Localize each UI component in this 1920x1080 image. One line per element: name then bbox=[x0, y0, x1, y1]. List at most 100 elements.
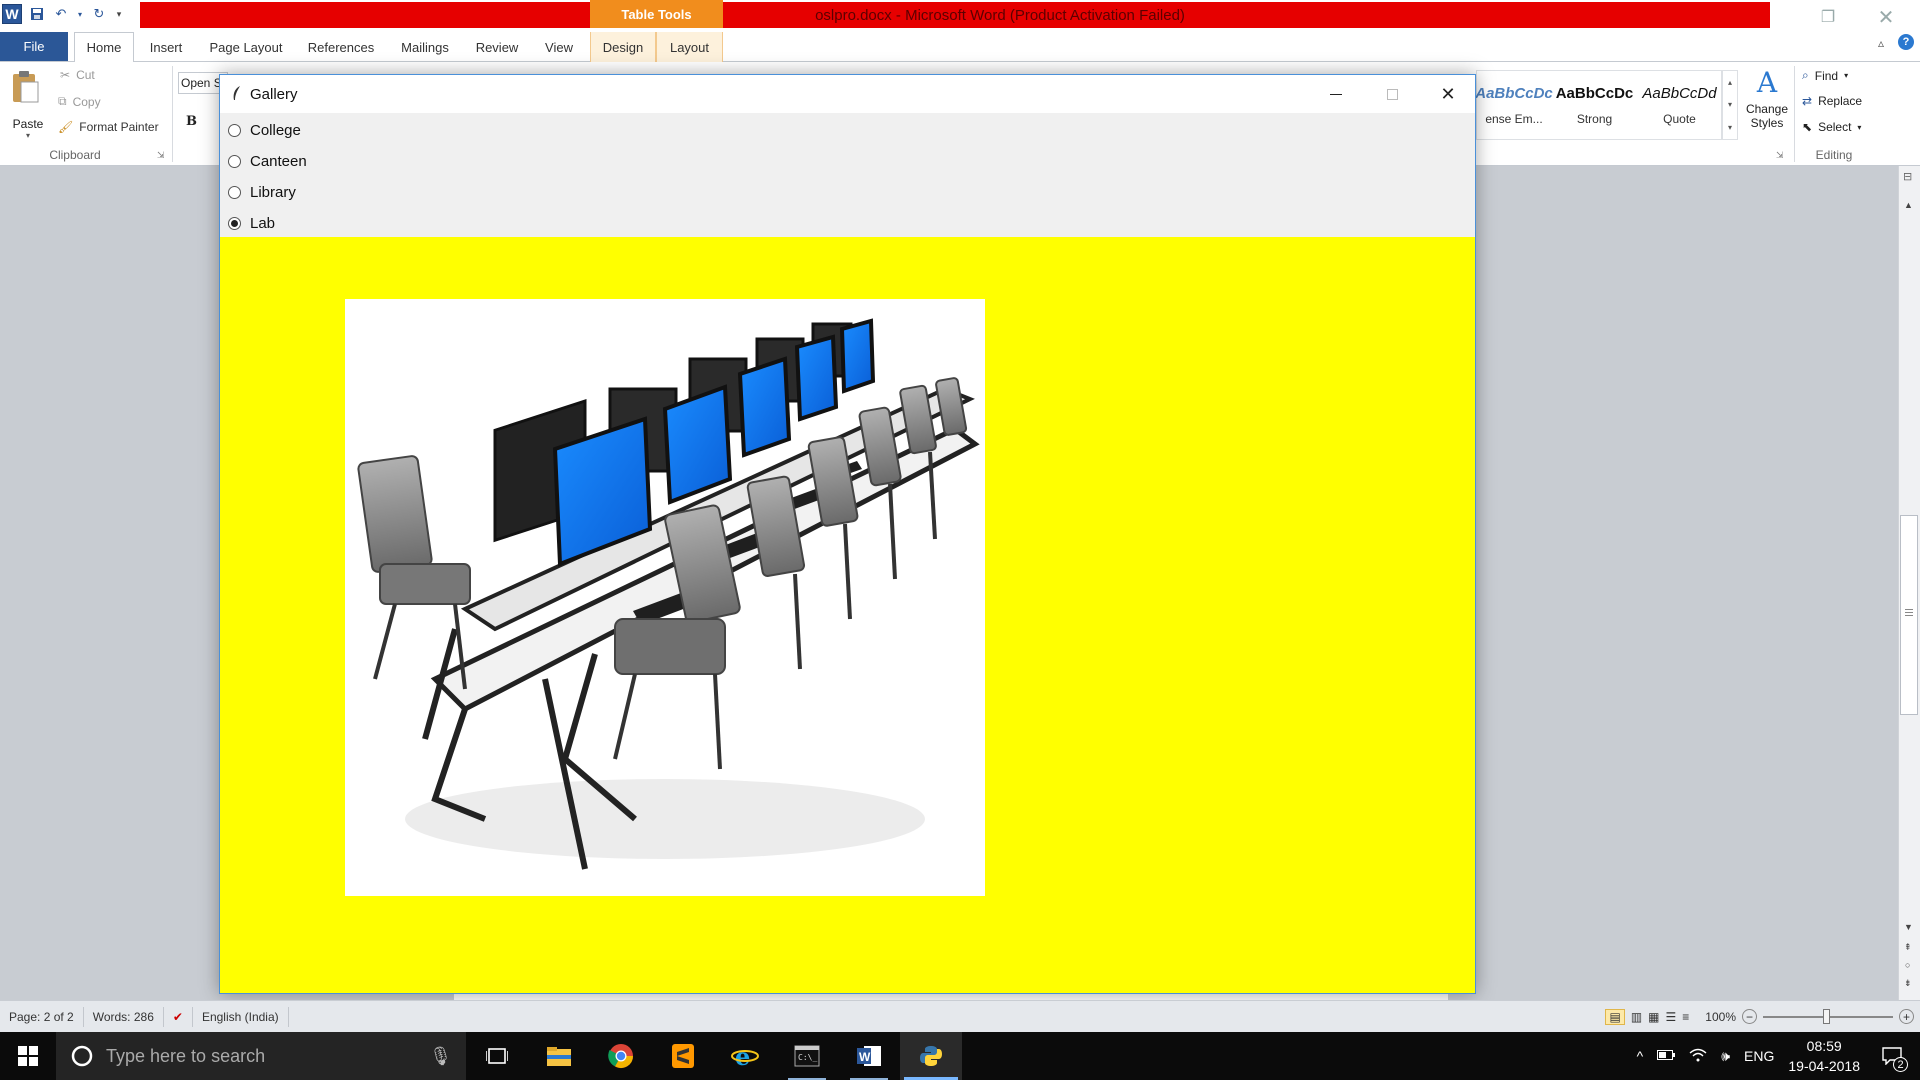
gallery-maximize-button[interactable] bbox=[1364, 75, 1420, 113]
scroll-up-icon[interactable]: ▲ bbox=[1904, 200, 1913, 210]
taskbar-sublime-text[interactable] bbox=[652, 1032, 714, 1080]
save-icon[interactable] bbox=[28, 5, 46, 23]
sublime-text-icon bbox=[672, 1044, 694, 1068]
find-dropdown-icon[interactable]: ▾ bbox=[1844, 71, 1848, 80]
change-styles-button[interactable]: A Change Styles bbox=[1744, 68, 1790, 152]
select-dropdown-icon[interactable]: ▾ bbox=[1857, 123, 1861, 132]
styles-scroll-up-icon[interactable]: ▴ bbox=[1728, 78, 1732, 87]
location-radio-group: College Canteen Library Lab bbox=[220, 113, 1475, 237]
taskbar-chrome[interactable] bbox=[590, 1032, 652, 1080]
action-center-button[interactable]: 2 bbox=[1874, 1040, 1910, 1072]
tab-view[interactable]: View bbox=[534, 32, 584, 62]
clipboard-dialog-launcher-icon[interactable]: ⇲ bbox=[157, 150, 165, 161]
radio-canteen[interactable]: Canteen bbox=[228, 153, 307, 170]
taskbar-file-explorer[interactable] bbox=[528, 1032, 590, 1080]
language-indicator[interactable]: English (India) bbox=[193, 1006, 289, 1027]
radio-indicator[interactable] bbox=[228, 124, 241, 137]
full-screen-reading-view-icon[interactable]: ▥ bbox=[1631, 1010, 1642, 1024]
microphone-icon[interactable]: 🎙 bbox=[429, 1046, 452, 1067]
styles-scroll-down-icon[interactable]: ▾ bbox=[1728, 100, 1732, 109]
web-layout-view-icon[interactable]: ▦ bbox=[1648, 1010, 1659, 1024]
styles-scroll[interactable]: ▴ ▾ ▾ bbox=[1722, 70, 1738, 140]
radio-lab[interactable]: Lab bbox=[228, 215, 275, 232]
print-layout-view-icon[interactable]: ▤ bbox=[1605, 1008, 1625, 1025]
redo-icon[interactable]: ↻ bbox=[90, 5, 108, 23]
word-app-icon[interactable]: W bbox=[2, 4, 22, 24]
copy-button[interactable]: ⧉ Copy bbox=[58, 94, 101, 109]
show-hidden-icons-icon[interactable]: ^ bbox=[1637, 1048, 1644, 1064]
undo-dropdown-icon[interactable]: ▾ bbox=[76, 5, 84, 23]
draft-view-icon[interactable]: ≡ bbox=[1682, 1010, 1689, 1024]
scroll-down-icon[interactable]: ▼ bbox=[1904, 922, 1913, 932]
undo-icon[interactable]: ↶ bbox=[52, 5, 70, 23]
tab-design[interactable]: Design bbox=[590, 32, 656, 62]
tab-references[interactable]: References bbox=[300, 32, 382, 62]
radio-college[interactable]: College bbox=[228, 122, 301, 139]
radio-library[interactable]: Library bbox=[228, 184, 296, 201]
input-language-indicator[interactable]: ENG bbox=[1744, 1048, 1774, 1064]
customize-qat-icon[interactable]: ▾ bbox=[114, 5, 124, 23]
bold-button[interactable]: B bbox=[186, 114, 197, 129]
gallery-titlebar[interactable]: Gallery ✕ bbox=[220, 75, 1475, 113]
tab-page-layout[interactable]: Page Layout bbox=[200, 32, 292, 62]
word-statusbar: Page: 2 of 2 Words: 286 ✔ English (India… bbox=[0, 1000, 1920, 1032]
style-intense-emphasis[interactable]: AaBbCcDc ense Em... bbox=[1475, 71, 1553, 139]
radio-indicator-selected[interactable] bbox=[228, 217, 241, 230]
format-painter-button[interactable]: 🖌 Format Painter bbox=[58, 120, 159, 134]
radio-indicator[interactable] bbox=[228, 155, 241, 168]
word-count-indicator[interactable]: Words: 286 bbox=[84, 1006, 164, 1027]
page-count-indicator[interactable]: Page: 2 of 2 bbox=[0, 1006, 84, 1027]
zoom-in-icon[interactable]: + bbox=[1899, 1009, 1914, 1024]
proofing-icon[interactable]: ✔ bbox=[164, 1006, 193, 1027]
task-view-button[interactable] bbox=[466, 1032, 528, 1080]
wifi-icon[interactable] bbox=[1689, 1048, 1707, 1065]
paste-dropdown-icon[interactable]: ▾ bbox=[10, 131, 46, 140]
system-tray: ^ 🕪 ENG 08:59 19-04-2018 2 bbox=[1637, 1032, 1920, 1080]
tab-layout[interactable]: Layout bbox=[656, 32, 723, 62]
start-button[interactable] bbox=[0, 1032, 56, 1080]
find-button[interactable]: ⌕ Find ▾ bbox=[1802, 68, 1848, 83]
taskbar-word[interactable]: W bbox=[838, 1032, 900, 1080]
replace-button[interactable]: ⇄ Replace bbox=[1802, 94, 1862, 108]
tab-home[interactable]: Home bbox=[74, 32, 134, 62]
next-page-icon[interactable]: ⇟ bbox=[1904, 978, 1912, 989]
zoom-slider-thumb[interactable] bbox=[1823, 1008, 1830, 1024]
radio-indicator[interactable] bbox=[228, 186, 241, 199]
zoom-slider[interactable] bbox=[1763, 1008, 1893, 1024]
paste-button[interactable]: Paste ▾ bbox=[10, 70, 46, 150]
maximize-icon bbox=[1386, 88, 1398, 100]
taskbar-command-prompt[interactable]: C:\_ bbox=[776, 1032, 838, 1080]
style-quote[interactable]: AaBbCcDd Quote bbox=[1638, 71, 1721, 139]
zoom-level[interactable]: 100% bbox=[1705, 1010, 1736, 1024]
gallery-minimize-button[interactable] bbox=[1308, 75, 1364, 113]
help-icon[interactable]: ? bbox=[1898, 34, 1914, 50]
styles-more-icon[interactable]: ▾ bbox=[1728, 123, 1732, 132]
svg-text:W: W bbox=[859, 1050, 871, 1064]
taskbar-search-box[interactable]: Type here to search 🎙 bbox=[56, 1032, 466, 1080]
style-strong[interactable]: AaBbCcDc Strong bbox=[1551, 71, 1638, 139]
lab-photo bbox=[345, 299, 985, 896]
tab-insert[interactable]: Insert bbox=[140, 32, 192, 62]
taskbar-python[interactable] bbox=[900, 1032, 962, 1080]
gallery-close-button[interactable]: ✕ bbox=[1420, 75, 1476, 113]
ruler-toggle-icon[interactable]: ⊟ bbox=[1903, 170, 1912, 183]
select-button[interactable]: ⬉ Select ▾ bbox=[1802, 120, 1861, 134]
cut-button[interactable]: ✂ Cut bbox=[60, 68, 95, 82]
internet-explorer-icon: e bbox=[731, 1043, 759, 1069]
scrollbar-thumb[interactable] bbox=[1900, 515, 1918, 715]
clock-time: 08:59 bbox=[1806, 1038, 1842, 1054]
styles-dialog-launcher-icon[interactable]: ⇲ bbox=[1776, 150, 1784, 161]
tab-mailings[interactable]: Mailings bbox=[390, 32, 460, 62]
battery-icon[interactable] bbox=[1657, 1049, 1676, 1063]
volume-icon[interactable]: 🕪 bbox=[1721, 1048, 1730, 1065]
tab-review[interactable]: Review bbox=[468, 32, 526, 62]
taskbar-clock[interactable]: 08:59 19-04-2018 bbox=[1788, 1036, 1860, 1076]
minimize-ribbon-icon[interactable]: ▵ bbox=[1878, 36, 1884, 50]
zoom-out-icon[interactable]: − bbox=[1742, 1009, 1757, 1024]
outline-view-icon[interactable]: ☰ bbox=[1666, 1010, 1677, 1024]
tab-file[interactable]: File bbox=[0, 32, 68, 61]
clock-date: 19-04-2018 bbox=[1788, 1058, 1860, 1074]
browse-object-icon[interactable]: ○ bbox=[1905, 960, 1910, 970]
taskbar-internet-explorer[interactable]: e bbox=[714, 1032, 776, 1080]
previous-page-icon[interactable]: ⇞ bbox=[1904, 942, 1912, 953]
